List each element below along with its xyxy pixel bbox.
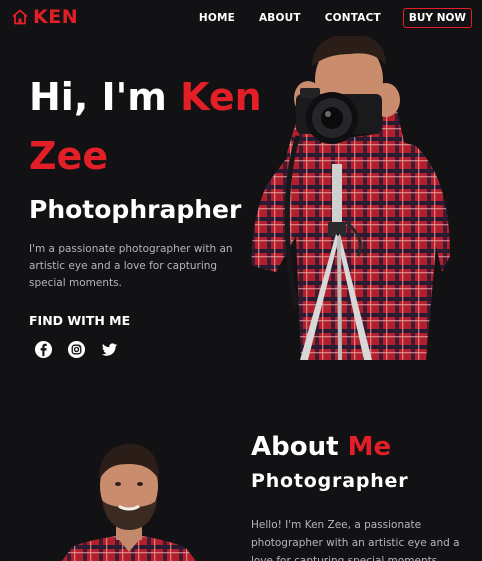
photographer-image: [251, 36, 450, 360]
about-title-red: Me: [347, 432, 392, 462]
instagram-icon[interactable]: [67, 340, 86, 359]
hero-intro: I'm a passionate photographer with an ar…: [29, 243, 233, 289]
buy-now-button[interactable]: BUY NOW: [402, 8, 472, 28]
brand-name: KEN: [33, 6, 79, 28]
nav-link-contact[interactable]: CONTACT: [325, 12, 381, 24]
find-with-me-label: FIND WITH ME: [29, 313, 131, 328]
nav-link-about[interactable]: ABOUT: [259, 12, 301, 24]
brand-logo[interactable]: KEN: [11, 6, 78, 28]
nav-links: HOME ABOUT CONTACT BUY NOW: [175, 8, 472, 28]
hero-heading: Hi, I'm Ken: [29, 73, 262, 121]
facebook-icon[interactable]: [34, 340, 53, 359]
nav-link-home[interactable]: HOME: [199, 12, 235, 24]
about-title-white: About: [251, 432, 348, 462]
portrait-image: [62, 444, 196, 561]
hero-greeting: Hi, I'm: [29, 75, 181, 119]
about-title: About Me: [251, 432, 391, 462]
hero-last-name: Zee: [29, 134, 109, 178]
home-icon: [12, 9, 28, 25]
navbar: KEN HOME ABOUT CONTACT BUY NOW: [0, 0, 482, 36]
hero-role: Photophrapher: [29, 195, 242, 224]
social-links: [34, 340, 119, 359]
about-text: Hello! I'm Ken Zee, a passionate photogr…: [251, 519, 460, 561]
page: KEN HOME ABOUT CONTACT BUY NOW Hi, I'm K…: [0, 0, 482, 561]
twitter-icon[interactable]: [100, 340, 119, 359]
about-subtitle: Photographer: [251, 470, 409, 492]
